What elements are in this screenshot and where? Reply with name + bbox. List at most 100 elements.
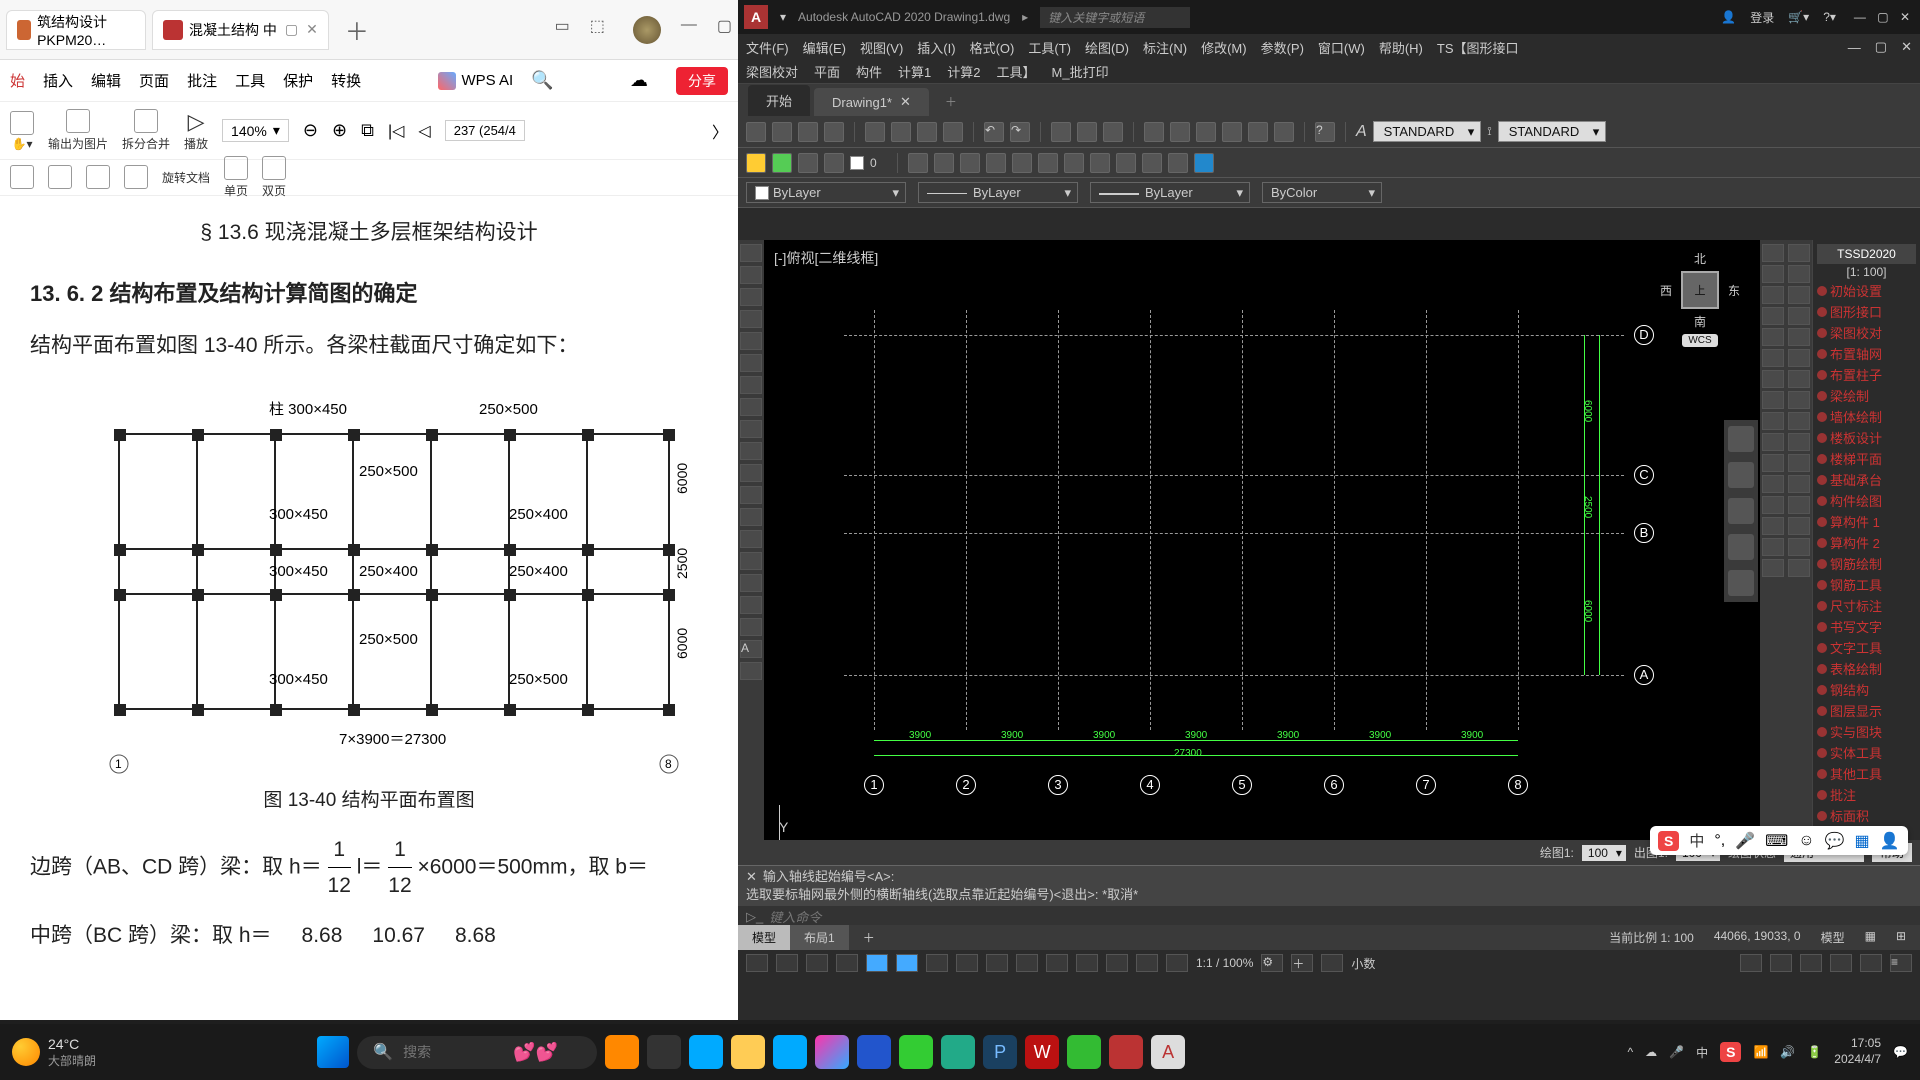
- cycle-btn[interactable]: [1016, 954, 1038, 972]
- dim-text-icon[interactable]: [1788, 433, 1810, 451]
- tssd-item-16[interactable]: 书写文字: [1817, 616, 1916, 637]
- tssd-item-15[interactable]: 尺寸标注: [1817, 595, 1916, 616]
- menu-edit[interactable]: 编辑(E): [803, 38, 846, 57]
- minimize-icon[interactable]: —: [681, 16, 697, 44]
- gizmo-btn[interactable]: [1166, 954, 1188, 972]
- hand-tool[interactable]: ✋▾: [10, 111, 34, 151]
- showmotion-icon[interactable]: [1728, 570, 1754, 596]
- menu-tools[interactable]: 工具: [235, 70, 265, 91]
- close-icon[interactable]: ✕: [306, 21, 318, 38]
- rotate-button[interactable]: 旋转文档: [162, 169, 210, 186]
- circle-icon[interactable]: [740, 376, 762, 394]
- new-drawing-button[interactable]: ＋: [933, 87, 969, 116]
- menu-start[interactable]: 始: [10, 70, 25, 91]
- ime-keyboard-icon[interactable]: ⌨: [1765, 831, 1788, 851]
- tssd-item-19[interactable]: 钢结构: [1817, 679, 1916, 700]
- snap-btn[interactable]: [806, 954, 828, 972]
- tssd-item-1[interactable]: 图形接口: [1817, 301, 1916, 322]
- ime-grid-icon[interactable]: ▦: [1854, 831, 1869, 851]
- designcenter-icon[interactable]: [1170, 122, 1190, 142]
- xline-icon[interactable]: [740, 266, 762, 284]
- chamfer-icon[interactable]: [1762, 517, 1784, 535]
- zoom-nav-icon[interactable]: [1728, 498, 1754, 524]
- grid-sm-icon[interactable]: ▦: [1865, 929, 1876, 946]
- view-label[interactable]: [-]俯视[二维线框]: [774, 248, 878, 268]
- grid-btn[interactable]: [776, 954, 798, 972]
- menu-calc2[interactable]: 计算2: [947, 62, 980, 81]
- menu-draw[interactable]: 绘图(D): [1085, 38, 1129, 57]
- dim-linear-icon[interactable]: [1788, 244, 1810, 262]
- layer-icon[interactable]: [746, 153, 766, 173]
- props-icon[interactable]: [1144, 122, 1164, 142]
- insert-icon[interactable]: [740, 486, 762, 504]
- move-icon[interactable]: [1762, 349, 1784, 367]
- viewcube-top[interactable]: 上: [1681, 271, 1719, 309]
- panel-icon[interactable]: ▭: [555, 16, 570, 44]
- draw-scale-dropdown[interactable]: 100: [1582, 845, 1626, 861]
- workspace-btn[interactable]: [1740, 954, 1762, 972]
- orbit-icon[interactable]: [1103, 122, 1123, 142]
- mtext-icon[interactable]: A: [740, 640, 762, 658]
- tssd-item-7[interactable]: 楼板设计: [1817, 427, 1916, 448]
- tssd-item-12[interactable]: 算构件 2: [1817, 532, 1916, 553]
- layer-tool-10[interactable]: [1142, 153, 1162, 173]
- polar-btn[interactable]: [866, 954, 888, 972]
- region-icon[interactable]: [740, 596, 762, 614]
- rect-icon[interactable]: [740, 332, 762, 350]
- ime-logo[interactable]: S: [1658, 831, 1679, 851]
- command-input[interactable]: [769, 910, 1912, 925]
- sel-filter-btn[interactable]: [1136, 954, 1158, 972]
- split-merge-button[interactable]: 拆分合并: [122, 109, 170, 152]
- cut-icon[interactable]: [865, 122, 885, 142]
- fit-icon[interactable]: ⧉: [361, 120, 374, 141]
- login-button[interactable]: 登录: [1750, 9, 1774, 26]
- doc-restore-icon[interactable]: ▢: [1875, 39, 1887, 55]
- dyn-input-btn[interactable]: [1106, 954, 1128, 972]
- open-icon[interactable]: [772, 122, 792, 142]
- layer-tool-3[interactable]: [960, 153, 980, 173]
- wps-ai-button[interactable]: WPS AI: [438, 72, 514, 90]
- tssd-item-5[interactable]: 梁绘制: [1817, 385, 1916, 406]
- tray-battery-icon[interactable]: 🔋: [1807, 1045, 1822, 1059]
- calc-icon[interactable]: [1274, 122, 1294, 142]
- app-icon-3[interactable]: [815, 1035, 849, 1069]
- layer-tool-2[interactable]: [934, 153, 954, 173]
- page-input[interactable]: 237 (254/4: [445, 120, 525, 141]
- notifications-icon[interactable]: 💬: [1893, 1045, 1908, 1059]
- browser-icon[interactable]: [941, 1035, 975, 1069]
- height-icon[interactable]: [124, 165, 148, 189]
- paste-icon[interactable]: [917, 122, 937, 142]
- menu-ts[interactable]: TS【图形接口: [1437, 38, 1519, 57]
- break-icon[interactable]: [1762, 475, 1784, 493]
- layer-tool-12[interactable]: [1194, 153, 1214, 173]
- start-button[interactable]: [317, 1036, 349, 1068]
- close-cmd-icon[interactable]: ✕: [746, 868, 757, 886]
- wps-tab-pkpm[interactable]: 筑结构设计PKPM20…: [6, 10, 146, 50]
- share-button[interactable]: 分享: [676, 67, 728, 95]
- menu-page[interactable]: 页面: [139, 70, 169, 91]
- tssd-item-2[interactable]: 梁图校对: [1817, 322, 1916, 343]
- layer-tool-7[interactable]: [1064, 153, 1084, 173]
- join-icon[interactable]: [1762, 496, 1784, 514]
- tray-chevron-icon[interactable]: ^: [1627, 1045, 1633, 1059]
- clean-btn[interactable]: [1860, 954, 1882, 972]
- add-layout-button[interactable]: ＋: [849, 925, 889, 950]
- cart-icon[interactable]: 🛒▾: [1788, 10, 1809, 24]
- weather-widget[interactable]: 24°C 大部晴朗: [12, 1036, 96, 1069]
- taskbar-search[interactable]: 🔍 💕💕: [357, 1036, 597, 1069]
- tssd-item-17[interactable]: 文字工具: [1817, 637, 1916, 658]
- dim-radius-icon[interactable]: [1788, 307, 1810, 325]
- menu-modify[interactable]: 修改(M): [1201, 38, 1247, 57]
- layer-color-swatch[interactable]: [850, 156, 864, 170]
- drawing-canvas[interactable]: [-]俯视[二维线框] 1 2 3 4 5: [764, 240, 1760, 870]
- tssd-item-24[interactable]: 批注: [1817, 784, 1916, 805]
- ime-mode[interactable]: 中: [1689, 830, 1704, 851]
- tssd-item-18[interactable]: 表格绘制: [1817, 658, 1916, 679]
- tssd-item-11[interactable]: 算构件 1: [1817, 511, 1916, 532]
- pline-icon[interactable]: [740, 288, 762, 306]
- ime-mic-icon[interactable]: 🎤: [1735, 831, 1755, 851]
- ellipse-arc-icon[interactable]: [740, 464, 762, 482]
- tssd-item-22[interactable]: 实体工具: [1817, 742, 1916, 763]
- app-icon-5[interactable]: [1109, 1035, 1143, 1069]
- dim-angular-icon[interactable]: [1788, 286, 1810, 304]
